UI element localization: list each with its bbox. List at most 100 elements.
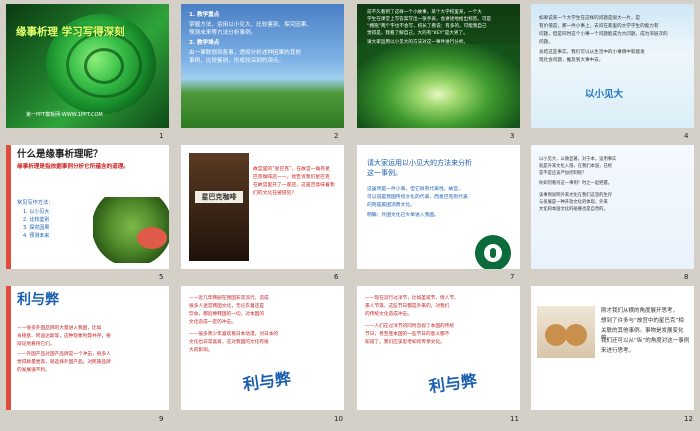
slide-thumbnail-1[interactable]: 缘事析理 学习写得深刻 第一PPT模板网-WWW.1PPT.COM (6, 4, 169, 128)
slide-footer: 第一PPT模板网-WWW.1PPT.COM (26, 112, 103, 118)
slide-thumbnail-11[interactable]: ——现在流行过洋节，比如圣诞节、情人节、 愚人节等，这些节日都是外来的，对我们 … (357, 286, 520, 410)
slide-number-9: 9 (159, 415, 164, 423)
slide-line: ——人们在过洋节的同时忽视了本国的传统 (365, 324, 455, 329)
slide-thumbnail-3[interactable]: 前不久看到了这样一个小故事，某个大学校里某，一个大 学生在课堂上写答案写出一张手… (357, 4, 520, 128)
slide-line: 很多人迷恋韩国文化，无论衣着还是 (189, 304, 265, 309)
slide-number-5: 5 (159, 273, 164, 281)
slide-thumbnail-5[interactable]: 什么是缘事析理呢？ 缘事析理是指依据事例分析它所蕴含的道理。 常见写作方法： 1… (6, 145, 169, 269)
rabbits-photo (537, 306, 595, 358)
slide-line: “拥抱”两个字也不会写，校长了看说：有多的，可能我自己 (367, 24, 487, 29)
slide-line: ——现在流行过洋节，比如圣诞节、情人节、 (365, 296, 459, 301)
slide-line: ——外国产品对国产品牌是一个冲击，很多人 (17, 352, 111, 357)
slide-thumbnail-12[interactable]: 刚才我们从横的角度展开思考， 想到了许多与“故宫中的星巴克”相 关联的其他事例。… (531, 286, 694, 410)
slide-line: ——很多外国品牌的大量进入我国，比如 (17, 326, 102, 331)
slide-number-11: 11 (510, 415, 519, 423)
slide-thumbnail-10[interactable]: ——近几年韩剧在我国非常流行，造成 很多人迷恋韩国文化，无论衣着还是 饮食，都追… (181, 286, 344, 410)
slide-thumbnail-9[interactable]: 利与弊 ——很多外国品牌的大量进入我国，比如 肯德基、阿迪达斯等，这种现象利弊共… (6, 286, 169, 410)
slide-highlight: 以小见大 (585, 89, 624, 100)
slide-line: 的传统文化造成冲击。 (365, 312, 412, 317)
slide-line: 节日，甚至连本国的一些节日的意义都不 (365, 332, 450, 337)
slide-line: 请大家运用以小见大的方法对这一事件进行分析。 (367, 40, 469, 45)
slide-definition: 缘事析理是指依据事例分析它所蕴含的道理。 (17, 164, 129, 170)
slide-line: 预测未来等方法分析事例。 (189, 30, 257, 36)
slide-line: 可以说是我国传统文化的代表，而星巴克则代表 (367, 195, 468, 200)
rabbit-right (565, 324, 587, 346)
slide-line: 你如何看待这一事例？时之一起把握。 (539, 181, 613, 186)
slide-line: 辩证地看待它们。 (17, 342, 55, 347)
slide-line: 在故宫里开了一家店，这是否意味着我 (253, 183, 335, 188)
slide-title-line: 这一事例。 (367, 169, 402, 177)
slide-line: 文化和本国文化的碰撞也是自然的。 (539, 207, 608, 212)
slide-line: 们的文化在被侵犯？ (253, 191, 297, 196)
slide-line: 问题，但是同时这个小事一个问题能成为大问题，成为深层次的 (539, 32, 668, 37)
slide-title: 缘事析理 学习写得深刻 (16, 26, 125, 38)
slide-line: ——近几年韩剧在我国非常流行，造成 (189, 296, 269, 301)
slide-number-3: 3 (510, 132, 515, 140)
slide-line: 的发展很不利。 (17, 368, 50, 373)
method-item: 2. 比较鉴别 (23, 217, 50, 223)
slide-line: 巴克咖啡店——，他告诉我们星巴克 (253, 175, 330, 180)
slide-big-label: 利与弊 (427, 370, 479, 397)
slide-line: 就是外来文化入侵，在我们本国，已经 (539, 164, 613, 169)
slide-question: 什么是缘事析理呢？ (17, 149, 103, 160)
slide-line: 文化造成一定的冲击。 (189, 320, 236, 325)
slide-line: 学生在课堂上写答案写出一张手表，会讲述地给出标签。可是 (367, 17, 492, 22)
slide-line: 知道了。我们应该思考如何传承文化。 (365, 340, 445, 345)
slide-number-2: 2 (334, 132, 339, 140)
slide-line: 觉得质量更高，就选择外国产品，对民族品牌 (17, 360, 111, 365)
slide-number-12: 12 (684, 415, 693, 423)
slide-title-line: 请大家运用以小见大的方法来分析 (367, 159, 472, 167)
slide-number-6: 6 (334, 273, 339, 281)
slide-line: 觉得是，我看了解自己，大的有“KEY”是大男了。 (367, 31, 468, 36)
slide-line: 饮食，都追捧韩国的一切，对本国的 (189, 312, 265, 317)
slide-number-7: 7 (510, 273, 515, 281)
method-item: 1. 以小见大 (23, 209, 50, 215)
slide-big-label: 利与弊 (241, 368, 293, 395)
starbucks-logo-icon (475, 235, 511, 269)
slide-line: 有价值是，那一件小事上，去问在家里的大学学生的能力有 (539, 24, 659, 29)
slide-line: 文化也非常喜爱，这对我国的文化有很 (189, 340, 269, 345)
slide-line: 掌握方法，运用以小见大、比较鉴别、探究因果、 (189, 22, 313, 28)
slide-line: 故宫里的“星巴克”，在故宫一角有星 (253, 167, 330, 172)
slide-thumbnail-8[interactable]: 以小见大，以微显著。对于本，运用事实 就是外来文化入侵，在我们本国，已经 是不是… (531, 145, 694, 269)
slide-line: 大的影响。 (189, 348, 213, 353)
slide-line: 愚人节等，这些节日都是外来的，对我们 (365, 304, 450, 309)
slide-line: 如果说某一个大学生在这样的问题是很大一片，是 (539, 16, 641, 21)
shop-sign: 星巴克咖啡 (195, 191, 243, 203)
slide-line: 来进行思考。 (601, 348, 635, 354)
rabbit-left (545, 324, 567, 346)
plant-image (93, 197, 169, 263)
slide-sorter-grid: 缘事析理 学习写得深刻 第一PPT模板网-WWW.1PPT.COM 1 1. 教… (0, 0, 700, 431)
slide-line: 1. 教学重点 (189, 12, 220, 18)
slide-line: 想到了许多与“故宫中的星巴克”相 (601, 318, 684, 324)
slide-number-4: 4 (684, 132, 689, 140)
slide-line: 与发展是一种开放文化的体现，外来 (539, 200, 608, 205)
slide-thumbnail-4[interactable]: 如果说某一个大学生在这样的问题是很大一片，是 有价值是，那一件小事上，去问在家里… (531, 4, 694, 128)
slide-line: 这虽然是一件小事，但它很有代表性。故宫， (367, 187, 463, 192)
slide-number-1: 1 (159, 132, 164, 140)
shop-sign-text: 星巴克咖啡 (201, 193, 237, 201)
starbucks-photo: 星巴克咖啡 (189, 153, 249, 261)
slide-line: ——很多青少年喜欢看日本动漫，对日本的 (189, 332, 279, 337)
slide-line: 刚才我们从横的角度展开思考， (601, 308, 679, 314)
slide-thumbnail-7[interactable]: 请大家运用以小见大的方法来分析 这一事例。 这虽然是一件小事，但它很有代表性。故… (357, 145, 520, 269)
slide-line: 问题。 (539, 40, 553, 45)
slide-line: 总结这些事实，我们可以从生活中的小事情中就能发 (539, 50, 645, 55)
slide-thumbnail-6[interactable]: 星巴克咖啡 故宫里的“星巴克”，在故宫一角有星 巴克咖啡店——，他告诉我们星巴克… (181, 145, 344, 269)
slide-line: 肯德基、阿迪达斯等，这种现象利弊共存，要 (17, 334, 111, 339)
slide-line: 是不是应该严加控制呢？ (539, 171, 587, 176)
slide-number-8: 8 (684, 273, 689, 281)
slide-line: 现社会问题，推及到大事中去。 (539, 58, 604, 63)
slide-number-10: 10 (334, 415, 343, 423)
method-item: 3. 探究因果 (23, 225, 50, 231)
slide-thumbnail-2[interactable]: 1. 教学重点 掌握方法，运用以小见大、比较鉴别、探究因果、 预测未来等方法分析… (181, 4, 344, 128)
slide-heading: 利与弊 (17, 292, 59, 308)
slide-line: 我们还可以从“纵”的角度对这一事例 (601, 338, 690, 344)
slide-line: 由一事联想到各事，透彻分析述种因果的其他 (189, 50, 301, 56)
methods-label: 常见写作方法： (17, 200, 54, 206)
slide-line: 的则是美国消费文化。 (367, 203, 415, 208)
slide-line: 前不久看到了这样一个小故事，某个大学校里某，一个大 (367, 10, 482, 15)
method-item: 4. 预测未来 (23, 233, 50, 239)
slide-line: 2. 教学难点 (189, 40, 220, 46)
slide-line: 事例，比较鉴别，形成较深刻的观点。 (189, 58, 285, 64)
